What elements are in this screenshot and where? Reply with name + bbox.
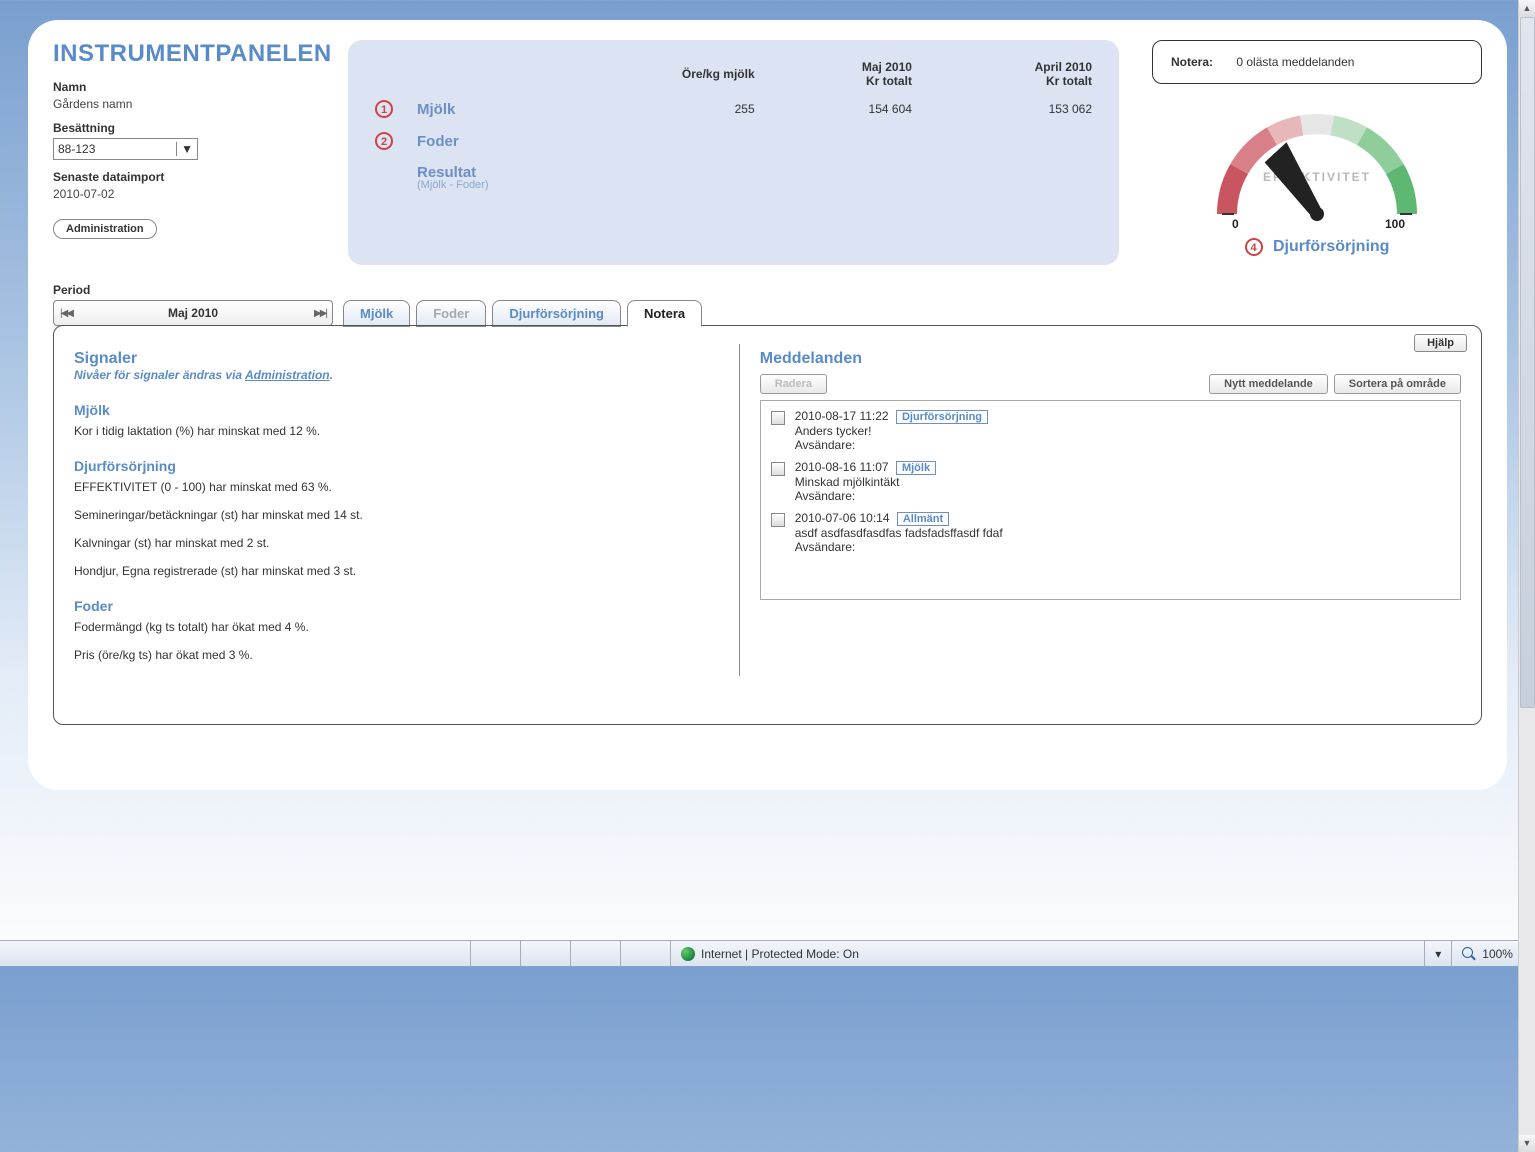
status-bar: Internet | Protected Mode: On ▾ 100% ▾ (0, 940, 1535, 966)
msg-sender: Avsändare: (795, 489, 856, 503)
sig-line: Kalvningar (st) har minskat med 2 st. (74, 536, 719, 550)
herd-select[interactable]: 88-123 ▼ (53, 138, 198, 160)
tab-notera[interactable]: Notera (627, 300, 702, 327)
signals-subtitle: Nivåer för signaler ändras via Administr… (74, 368, 719, 382)
msg-tag[interactable]: Djurförsörjning (896, 410, 988, 424)
signals-title: Signaler (74, 350, 719, 368)
message-checkbox[interactable] (771, 513, 785, 527)
message-item: 2010-08-17 11:22 Djurförsörjning Anders … (771, 409, 1450, 452)
message-item: 2010-07-06 10:14 Allmänt asdf asdfasdfas… (771, 511, 1450, 554)
summary-row: 2 Foder (375, 126, 1092, 156)
herd-label: Besättning (53, 121, 333, 135)
message-list: 2010-08-17 11:22 Djurförsörjning Anders … (760, 400, 1461, 600)
zoom-value: 100% (1482, 947, 1513, 961)
message-checkbox[interactable] (771, 411, 785, 425)
msg-sender: Avsändare: (795, 540, 856, 554)
sig-line: Semineringar/betäckningar (st) har minsk… (74, 508, 719, 522)
gauge-title[interactable]: Djurförsörjning (1273, 238, 1389, 255)
result-sub: (Mjölk - Foder) (417, 179, 527, 191)
gauge-min: 0 (1232, 217, 1239, 231)
period-current: Maj 2010 (168, 306, 218, 320)
scroll-down-icon[interactable]: ▼ (1519, 1135, 1535, 1152)
msg-tag[interactable]: Mjölk (896, 461, 936, 475)
scroll-thumb[interactable] (1520, 17, 1535, 708)
tab-foder[interactable]: Foder (416, 300, 486, 327)
sig-cat-foder: Foder (74, 598, 719, 614)
sig-line: Kor i tidig laktation (%) har minskat me… (74, 424, 719, 438)
gauge-num-icon: 4 (1245, 238, 1263, 256)
gauge-max: 100 (1385, 217, 1405, 231)
msg-text: asdf asdfasdfasdfas fadsfadsffasdf fdaf (795, 526, 1003, 540)
row-v1: 255 (529, 94, 755, 124)
chevron-down-icon: ▼ (176, 142, 193, 156)
row-label[interactable]: Mjölk (417, 94, 527, 124)
row-num-icon: 2 (375, 132, 393, 150)
name-label: Namn (53, 80, 333, 94)
sig-cat-mjolk: Mjölk (74, 402, 719, 418)
period-nav: |◀◀ Maj 2010 ▶▶| (53, 300, 333, 326)
name-value: Gårdens namn (53, 97, 333, 111)
scroll-up-icon[interactable]: ▲ (1519, 0, 1535, 17)
tab-mjolk[interactable]: Mjölk (343, 300, 410, 327)
new-message-button[interactable]: Nytt meddelande (1209, 374, 1328, 394)
import-label: Senaste dataimport (53, 170, 333, 184)
msg-tag[interactable]: Allmänt (897, 512, 949, 526)
note-label: Notera: (1171, 55, 1213, 69)
sig-line: EFFEKTIVITET (0 - 100) har minskat med 6… (74, 480, 719, 494)
row-v3: 153 062 (914, 94, 1092, 124)
col-month2: April 2010 (1035, 60, 1092, 74)
msg-ts: 2010-08-17 11:22 (795, 409, 889, 423)
row-num-icon: 1 (375, 100, 393, 118)
security-zone: Internet | Protected Mode: On (701, 947, 859, 961)
summary-row: 1 Mjölk 255 154 604 153 062 (375, 94, 1092, 124)
gauge-chart: EFFEKTIVITET 0 100 (1202, 96, 1432, 231)
globe-icon (681, 947, 695, 961)
col-month2-sub: Kr totalt (1046, 74, 1092, 88)
messages-title: Meddelanden (760, 350, 1461, 368)
sort-button[interactable]: Sortera på område (1334, 374, 1461, 394)
msg-ts: 2010-07-06 10:14 (795, 511, 890, 525)
col-month1-sub: Kr totalt (866, 74, 912, 88)
col-month1: Maj 2010 (862, 60, 912, 74)
message-checkbox[interactable] (771, 462, 785, 476)
zoom-icon (1462, 947, 1476, 961)
note-box: Notera: 0 olästa meddelanden (1152, 40, 1482, 84)
msg-ts: 2010-08-16 11:07 (795, 460, 889, 474)
col-ore: Öre/kg mjölk (529, 60, 755, 92)
period-next-icon[interactable]: ▶▶| (314, 308, 326, 319)
sig-line: Pris (öre/kg ts) har ökat med 3 %. (74, 648, 719, 662)
row-v2: 154 604 (757, 94, 912, 124)
delete-button[interactable]: Radera (760, 374, 827, 394)
help-button[interactable]: Hjälp (1414, 334, 1467, 352)
sig-line: Fodermängd (kg ts totalt) har ökat med 4… (74, 620, 719, 634)
sig-line: Hondjur, Egna registrerade (st) har mins… (74, 564, 719, 578)
page-tools[interactable]: ▾ (1424, 941, 1451, 966)
admin-link[interactable]: Administration (245, 368, 330, 382)
herd-value: 88-123 (58, 142, 95, 156)
note-text: 0 olästa meddelanden (1236, 55, 1354, 69)
summary-result-row: Resultat (Mjölk - Foder) (375, 158, 1092, 197)
summary-box: Öre/kg mjölk Maj 2010Kr totalt April 201… (348, 40, 1119, 265)
vertical-scrollbar[interactable]: ▲ ▼ (1518, 0, 1535, 1152)
administration-button[interactable]: Administration (53, 219, 157, 239)
msg-text: Minskad mjölkintäkt (795, 475, 900, 489)
row-label[interactable]: Foder (417, 126, 527, 156)
sig-cat-djur: Djurförsörjning (74, 458, 719, 474)
msg-sender: Avsändare: (795, 438, 856, 452)
tab-djurforsorjning[interactable]: Djurförsörjning (492, 300, 621, 327)
message-item: 2010-08-16 11:07 Mjölk Minskad mjölkintä… (771, 460, 1450, 503)
import-value: 2010-07-02 (53, 187, 333, 201)
period-first-icon[interactable]: |◀◀ (60, 308, 72, 319)
msg-text: Anders tycker! (795, 424, 872, 438)
result-label[interactable]: Resultat (Mjölk - Foder) (417, 158, 527, 197)
page-title: INSTRUMENTPANELEN (53, 40, 333, 68)
period-label: Period (53, 283, 333, 297)
